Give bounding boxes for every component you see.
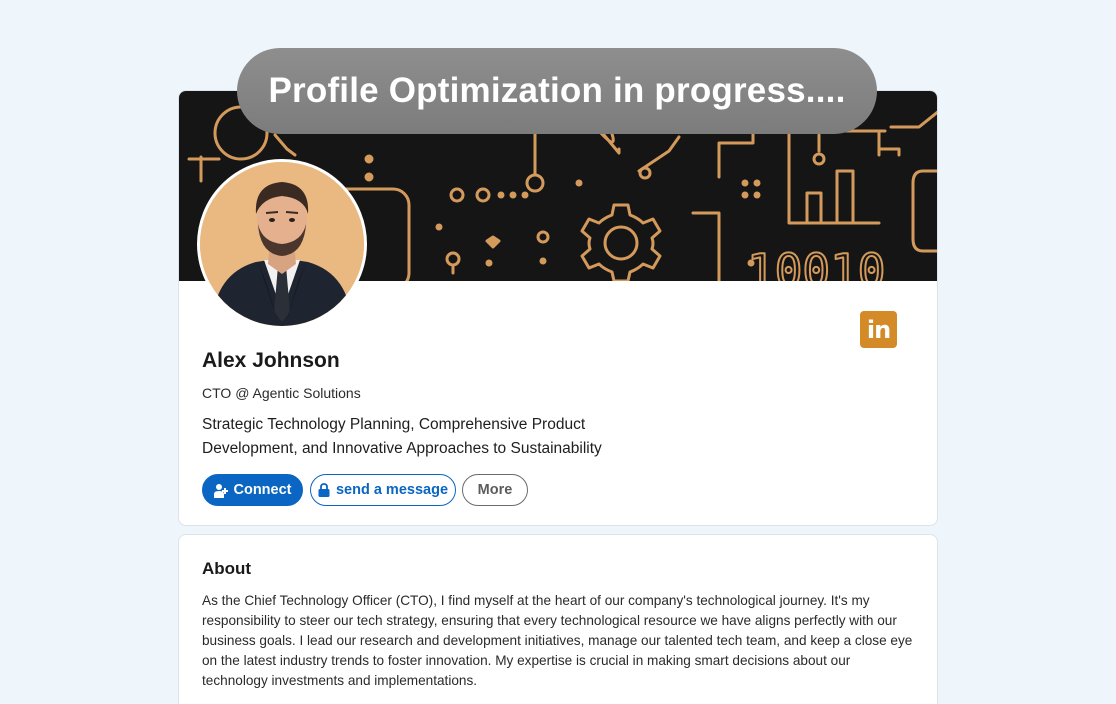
about-section: About As the Chief Technology Officer (C… xyxy=(178,534,938,704)
add-person-icon xyxy=(213,483,228,498)
profile-card: 10010 in Alex Johnson CTO @ Agentic Solu… xyxy=(178,90,938,526)
connect-label: Connect xyxy=(233,482,292,498)
about-text: As the Chief Technology Officer (CTO), I… xyxy=(202,593,913,688)
send-message-button[interactable]: send a message xyxy=(310,474,456,506)
more-label: More xyxy=(477,482,513,498)
about-title: About xyxy=(202,559,252,578)
connect-button[interactable]: Connect xyxy=(202,474,303,506)
profile-name: Alex Johnson xyxy=(202,349,340,372)
optimization-status-banner: Profile Optimization in progress.... xyxy=(237,48,877,134)
linkedin-icon[interactable]: in xyxy=(860,311,897,348)
profile-avatar[interactable] xyxy=(197,159,367,329)
binary-decor-text: 10010 xyxy=(747,244,885,281)
more-button[interactable]: More xyxy=(462,474,528,506)
send-message-label: send a message xyxy=(335,482,449,498)
lock-icon xyxy=(318,483,330,497)
profile-headline: CTO @ Agentic Solutions xyxy=(202,385,361,401)
profile-tagline: Strategic Technology Planning, Comprehen… xyxy=(202,416,602,457)
